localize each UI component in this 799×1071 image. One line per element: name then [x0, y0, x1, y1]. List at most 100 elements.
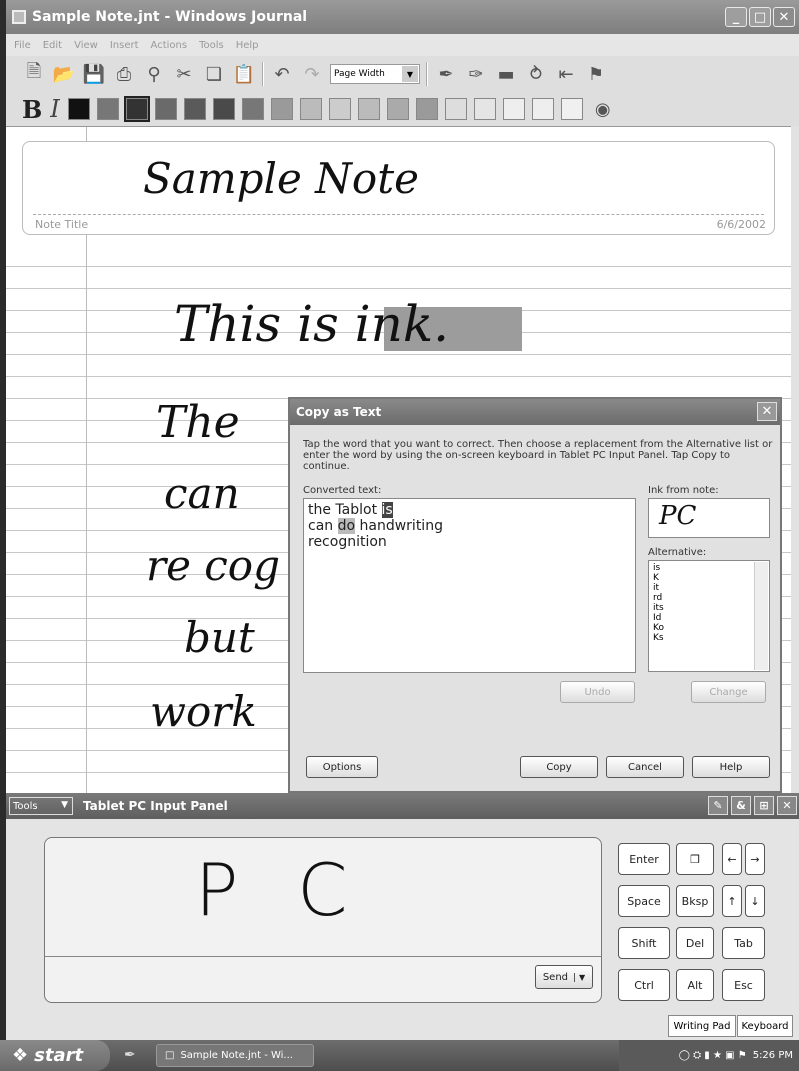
color-swatch[interactable]: [241, 98, 264, 120]
color-swatch[interactable]: [386, 98, 409, 120]
color-palette-icon[interactable]: ◉: [591, 97, 615, 121]
send-button[interactable]: Send ▼: [535, 965, 593, 989]
right-arrow-key[interactable]: →: [745, 843, 765, 875]
color-swatch[interactable]: [270, 98, 293, 120]
color-swatch[interactable]: [328, 98, 351, 120]
alternative-item[interactable]: K: [653, 573, 765, 583]
cancel-button[interactable]: Cancel: [606, 756, 684, 778]
writing-pad[interactable]: P C Send ▼: [44, 837, 602, 1003]
highlighter-icon[interactable]: ✑: [464, 62, 488, 86]
find-icon[interactable]: ⚲: [142, 62, 166, 86]
color-swatch[interactable]: [67, 98, 90, 120]
insert-space-icon[interactable]: ⇤: [554, 62, 578, 86]
maximize-button[interactable]: □: [749, 7, 771, 27]
alternative-item[interactable]: it: [653, 583, 765, 593]
start-button[interactable]: ❖ start: [0, 1040, 110, 1071]
tray-icons[interactable]: ◯ ⛭ ▮ ★ ▣ ⚑: [679, 1050, 747, 1061]
space-key[interactable]: Space: [618, 885, 670, 917]
ctrl-key[interactable]: Ctrl: [618, 969, 670, 1001]
flagged-word[interactable]: do: [337, 518, 356, 534]
taskbar-item-journal[interactable]: □ Sample Note.jnt - Wi...: [156, 1044, 314, 1067]
flag-icon[interactable]: ⚑: [584, 62, 608, 86]
backspace-key[interactable]: Bksp: [676, 885, 714, 917]
color-swatch[interactable]: [123, 96, 150, 122]
new-note-icon[interactable]: 🗎: [22, 61, 46, 86]
color-swatch[interactable]: [154, 98, 177, 120]
selected-word[interactable]: is: [381, 502, 393, 518]
left-arrow-key[interactable]: ←: [722, 843, 742, 875]
vertical-scrollbar[interactable]: [791, 126, 799, 793]
color-swatch[interactable]: [357, 98, 380, 120]
alternative-item[interactable]: Ko: [653, 623, 765, 633]
color-swatch[interactable]: [560, 98, 583, 120]
color-swatch[interactable]: [212, 98, 235, 120]
shift-key[interactable]: Shift: [618, 927, 670, 959]
input-panel-title-bar[interactable]: Tools ▼ Tablet PC Input Panel ✎ & ⊞ ✕: [6, 793, 799, 819]
tools-menu-button[interactable]: Tools ▼: [9, 797, 73, 815]
minimize-button[interactable]: _: [725, 7, 747, 27]
panel-close-icon[interactable]: ✕: [777, 796, 797, 815]
copy-icon[interactable]: ❏: [202, 62, 226, 86]
copy-button[interactable]: Copy: [520, 756, 598, 778]
up-arrow-key[interactable]: ↑: [722, 885, 742, 917]
bold-button[interactable]: B: [22, 95, 42, 124]
lasso-select-icon[interactable]: ⥁: [524, 62, 548, 86]
open-folder-icon[interactable]: 📂: [52, 62, 76, 86]
alternative-list[interactable]: is Kit rd its Id Ko Ks: [648, 560, 770, 672]
print-icon[interactable]: ⎙: [112, 62, 136, 86]
menu-tools[interactable]: Tools: [199, 40, 224, 51]
zoom-select[interactable]: Page Width ▼: [330, 64, 420, 84]
down-arrow-key[interactable]: ↓: [745, 885, 765, 917]
tab-key[interactable]: Tab: [722, 927, 765, 959]
pen-mode-icon[interactable]: ✎: [708, 796, 728, 815]
save-icon[interactable]: 💾: [82, 62, 106, 86]
title-bar[interactable]: Sample Note.jnt - Windows Journal _ □ ✕: [6, 0, 799, 34]
note-title-box[interactable]: Sample Note Note Title 6/6/2002: [22, 141, 775, 235]
cut-icon[interactable]: ✂: [172, 62, 196, 86]
redo-icon[interactable]: ↷: [300, 62, 324, 86]
menu-edit[interactable]: Edit: [43, 40, 62, 51]
undo-icon[interactable]: ↶: [270, 62, 294, 86]
alternative-item[interactable]: its: [653, 603, 765, 613]
close-button[interactable]: ✕: [773, 7, 795, 27]
color-swatch[interactable]: [183, 98, 206, 120]
cursor-click-key[interactable]: ❒: [676, 843, 714, 875]
color-swatch[interactable]: [96, 98, 119, 120]
italic-button[interactable]: I: [50, 95, 59, 123]
color-swatch[interactable]: [502, 98, 525, 120]
quick-launch-icon[interactable]: ✒: [124, 1047, 136, 1063]
alternative-item[interactable]: Ks: [653, 633, 765, 643]
chevron-down-icon[interactable]: ▼: [574, 972, 585, 982]
alt-key[interactable]: Alt: [676, 969, 714, 1001]
alternative-scrollbar[interactable]: [754, 562, 768, 670]
symbols-icon[interactable]: &: [731, 796, 751, 815]
alternative-item[interactable]: rd: [653, 593, 765, 603]
options-button[interactable]: Options: [306, 756, 378, 778]
menu-view[interactable]: View: [74, 40, 98, 51]
tab-writing-pad[interactable]: Writing Pad: [668, 1015, 736, 1037]
pen-icon[interactable]: ✒: [434, 62, 458, 86]
eraser-icon[interactable]: ▬: [494, 62, 518, 86]
color-swatch[interactable]: [531, 98, 554, 120]
color-swatch[interactable]: [444, 98, 467, 120]
dialog-title-bar[interactable]: Copy as Text ✕: [290, 399, 780, 425]
paste-icon[interactable]: 📋: [232, 62, 256, 86]
converted-text-box[interactable]: the Tablot is can do handwriting recogni…: [303, 498, 636, 673]
menu-actions[interactable]: Actions: [151, 40, 188, 51]
help-button[interactable]: Help: [692, 756, 770, 778]
keypad-icon[interactable]: ⊞: [754, 796, 774, 815]
alternative-item[interactable]: is: [653, 563, 765, 573]
enter-key[interactable]: Enter: [618, 843, 670, 875]
menu-help[interactable]: Help: [236, 40, 259, 51]
dialog-close-icon[interactable]: ✕: [757, 402, 777, 421]
menu-file[interactable]: File: [14, 40, 31, 51]
tab-keyboard[interactable]: Keyboard: [737, 1015, 793, 1037]
color-swatch[interactable]: [299, 98, 322, 120]
color-swatch[interactable]: [415, 98, 438, 120]
delete-key[interactable]: Del: [676, 927, 714, 959]
esc-key[interactable]: Esc: [722, 969, 765, 1001]
change-button[interactable]: Change: [691, 681, 766, 703]
menu-insert[interactable]: Insert: [110, 40, 139, 51]
color-swatch[interactable]: [473, 98, 496, 120]
alternative-item[interactable]: Id: [653, 613, 765, 623]
